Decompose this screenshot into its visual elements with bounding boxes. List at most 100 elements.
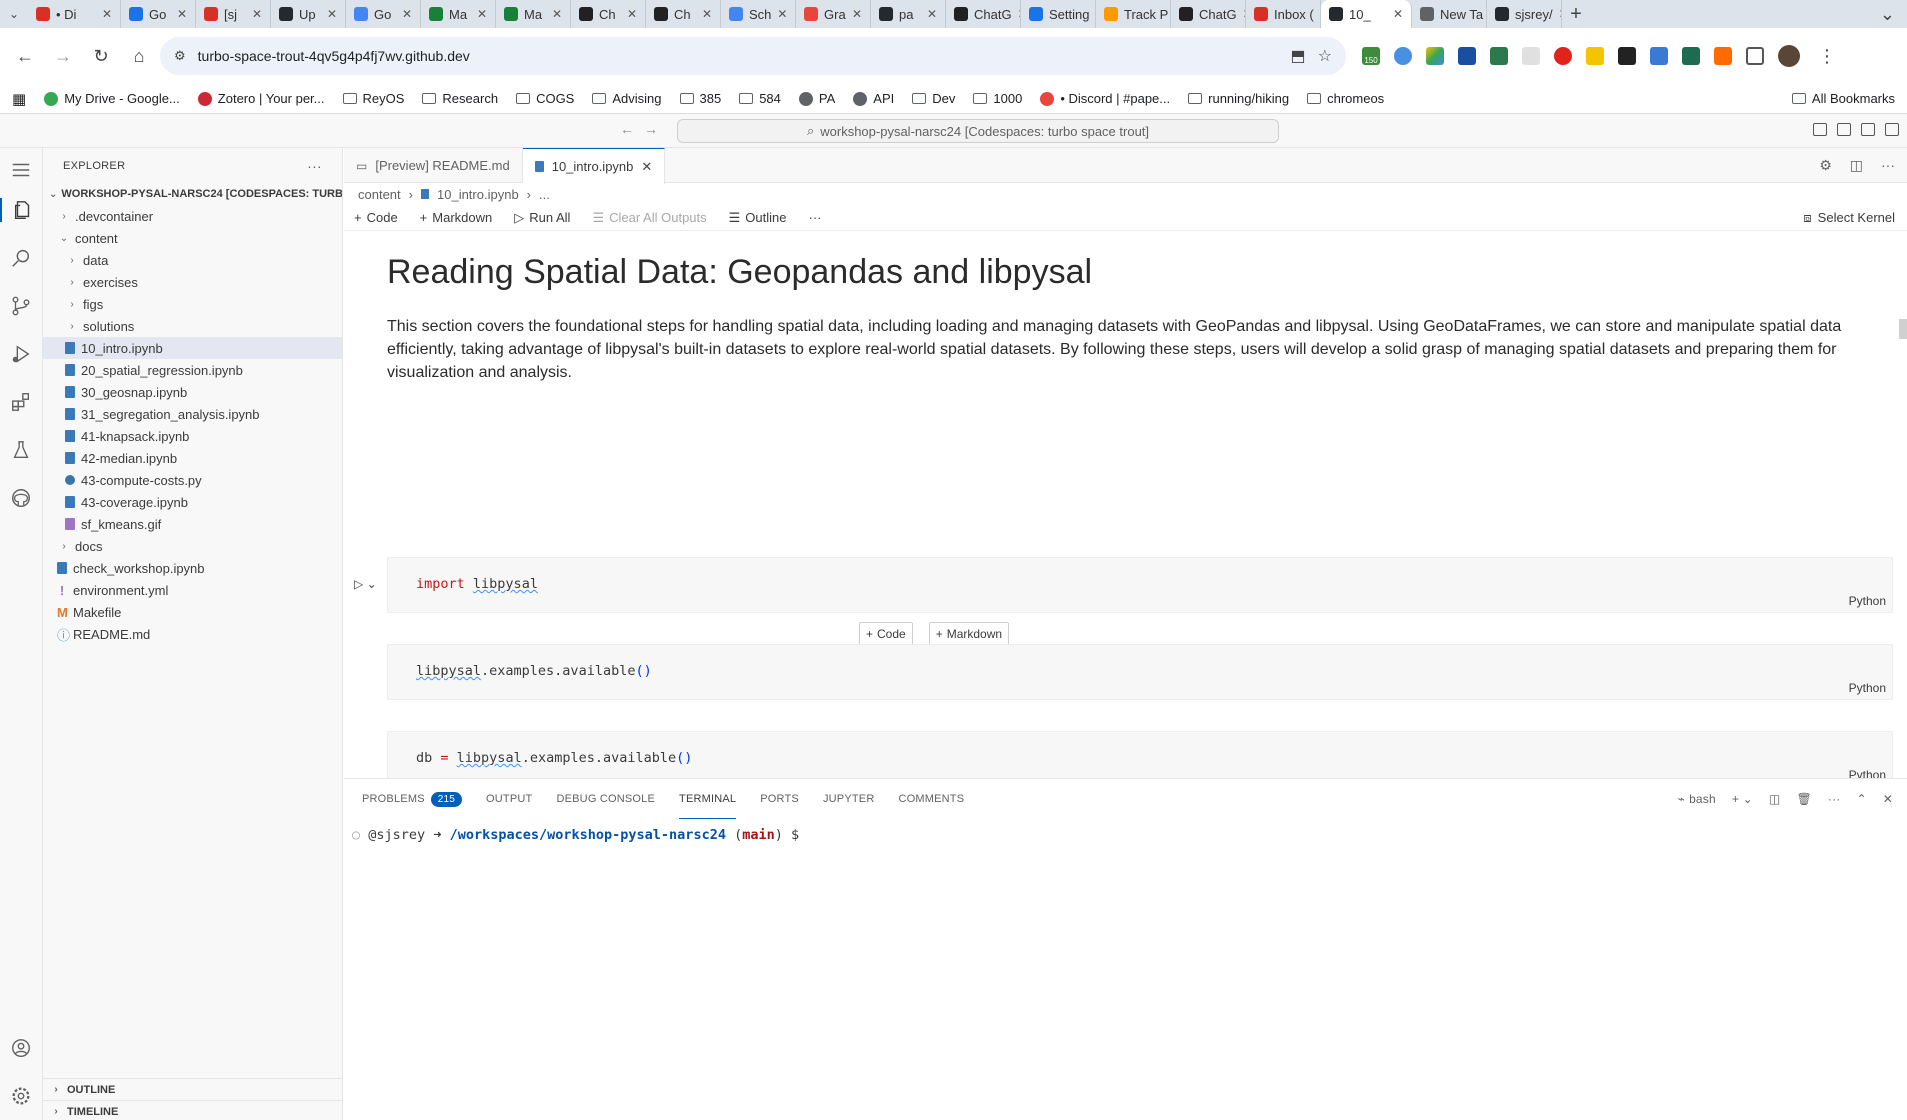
browser-tab[interactable]: Go ✕	[121, 0, 196, 28]
cell-code[interactable]: libpysal.examples.available()	[416, 663, 652, 679]
cell-run-button[interactable]: ▷ ⌄	[354, 577, 377, 591]
source-control-icon[interactable]	[9, 294, 33, 318]
address-bar[interactable]: ⚙ turbo-space-trout-4qv5g4p4fj7wv.github…	[160, 37, 1346, 75]
close-icon[interactable]: ✕	[327, 7, 337, 21]
extension-icon[interactable]	[1490, 47, 1508, 65]
extensions-icon[interactable]	[9, 390, 33, 414]
tab-search-chevron-icon[interactable]: ⌄	[0, 7, 28, 21]
browser-tab[interactable]: ChatG✕	[946, 0, 1021, 28]
customize-layout-icon[interactable]	[1885, 123, 1899, 136]
close-icon[interactable]: ✕	[552, 7, 562, 21]
gear-icon[interactable]: ⚙	[1819, 157, 1832, 174]
browser-tab[interactable]: Up ✕	[271, 0, 346, 28]
close-icon[interactable]: ✕	[177, 7, 187, 21]
add-code-cell-button[interactable]: + Code	[354, 210, 398, 225]
install-app-icon[interactable]: ⬒	[1291, 46, 1306, 66]
toggle-sidebar-icon[interactable]	[1813, 123, 1827, 136]
all-bookmarks-button[interactable]: All Bookmarks	[1791, 91, 1895, 106]
browser-tab[interactable]: ChatG✕	[1171, 0, 1246, 28]
bookmark-item[interactable]: Zotero | Your per...	[197, 91, 325, 106]
tree-folder[interactable]: › data	[43, 249, 342, 271]
extension-icon[interactable]	[1394, 47, 1412, 65]
window-menu-icon[interactable]: ⌄	[1880, 4, 1907, 25]
title-nav-arrows[interactable]: ←→	[620, 121, 668, 137]
tree-folder[interactable]: › solutions	[43, 315, 342, 337]
github-icon[interactable]	[9, 486, 33, 510]
opera-extension-icon[interactable]	[1554, 47, 1572, 65]
browser-tab[interactable]: [sj ✕	[196, 0, 271, 28]
tree-file[interactable]: 10_intro.ipynb	[43, 337, 342, 359]
profile-avatar[interactable]	[1778, 45, 1800, 67]
extension-icon[interactable]	[1682, 47, 1700, 65]
cell-language[interactable]: Python	[1849, 594, 1886, 608]
browser-tab[interactable]: Ch ✕	[646, 0, 721, 28]
browser-tab[interactable]: Sch ✕	[721, 0, 796, 28]
insert-code-cell-button[interactable]: + Code	[859, 622, 913, 646]
close-icon[interactable]: ✕	[627, 7, 637, 21]
breadcrumb-item[interactable]: content	[358, 187, 401, 202]
cell-code[interactable]: db = libpysal.examples.available()	[416, 750, 692, 766]
split-editor-icon[interactable]: ◫	[1850, 157, 1863, 174]
tree-file[interactable]: 20_spatial_regression.ipynb	[43, 359, 342, 381]
drive-extension-icon[interactable]	[1426, 47, 1444, 65]
bookmark-item[interactable]: Advising	[592, 91, 662, 106]
close-icon[interactable]: ✕	[477, 7, 487, 21]
close-icon[interactable]: ✕	[252, 7, 262, 21]
maximize-panel-icon[interactable]: ⌃	[1856, 792, 1866, 806]
bookmark-item[interactable]: COGS	[516, 91, 574, 106]
extension-icon[interactable]	[1458, 47, 1476, 65]
new-tab-button[interactable]: +	[1562, 3, 1590, 26]
browser-tab[interactable]: Ch ✕	[571, 0, 646, 28]
toggle-panel-icon[interactable]	[1837, 123, 1851, 136]
extension-icon[interactable]	[1618, 47, 1636, 65]
code-cell[interactable]: db = libpysal.examples.available() Pytho…	[387, 731, 1893, 778]
bookmark-item[interactable]: Dev	[912, 91, 955, 106]
bookmark-item[interactable]: 385	[679, 91, 721, 106]
tab-ports[interactable]: PORTS	[760, 779, 799, 819]
extension-icon[interactable]	[1586, 47, 1604, 65]
close-icon[interactable]: ✕	[927, 7, 937, 21]
tree-file[interactable]: 31_segregation_analysis.ipynb	[43, 403, 342, 425]
outline-section[interactable]: › OUTLINE	[43, 1078, 343, 1100]
tree-folder[interactable]: › docs	[43, 535, 342, 557]
timeline-section[interactable]: › TIMELINE	[43, 1100, 343, 1120]
site-info-icon[interactable]: ⚙	[174, 48, 186, 64]
toggle-secondary-sidebar-icon[interactable]	[1861, 123, 1875, 136]
tree-folder[interactable]: ⌄ content	[43, 227, 342, 249]
outline-button[interactable]: ☰ Outline	[729, 210, 787, 226]
tree-file[interactable]: check_workshop.ipynb	[43, 557, 342, 579]
clear-all-outputs-button[interactable]: ☰ Clear All Outputs	[592, 210, 706, 226]
browser-tab[interactable]: Inbox (✕	[1246, 0, 1321, 28]
tab-readme-preview[interactable]: ▭ [Preview] README.md	[344, 148, 523, 183]
tree-folder[interactable]: › exercises	[43, 271, 342, 293]
accounts-icon[interactable]	[9, 1036, 33, 1060]
extension-icon[interactable]	[1522, 47, 1540, 65]
extension-badge-icon[interactable]: 150	[1362, 47, 1380, 65]
breadcrumb-item[interactable]: 10_intro.ipynb	[437, 187, 519, 202]
bookmark-star-icon[interactable]: ☆	[1318, 46, 1332, 66]
browser-tab[interactable]: Ma ✕	[421, 0, 496, 28]
extensions-puzzle-icon[interactable]	[1746, 47, 1764, 65]
more-actions-icon[interactable]: ···	[307, 158, 322, 174]
cell-language[interactable]: Python	[1849, 681, 1886, 695]
search-icon[interactable]	[9, 246, 33, 270]
bookmark-item[interactable]: • Discord | #pape...	[1040, 91, 1170, 106]
bookmark-item[interactable]: ReyOS	[342, 91, 404, 106]
trash-icon[interactable]: 🗑	[1796, 792, 1811, 806]
browser-tab[interactable]: New Ta✕	[1412, 0, 1487, 28]
close-icon[interactable]: ✕	[777, 7, 787, 21]
bookmark-item[interactable]: API	[853, 91, 894, 106]
tree-folder[interactable]: › figs	[43, 293, 342, 315]
close-icon[interactable]: ✕	[102, 7, 112, 21]
tree-file[interactable]: ⓘ README.md	[43, 623, 342, 645]
close-icon[interactable]: ✕	[1393, 7, 1403, 21]
close-panel-icon[interactable]: ✕	[1883, 792, 1893, 806]
tree-file[interactable]: 30_geosnap.ipynb	[43, 381, 342, 403]
run-all-button[interactable]: ▷ Run All	[514, 210, 570, 226]
extension-icon[interactable]	[1714, 47, 1732, 65]
bookmark-item[interactable]: Research	[422, 91, 498, 106]
explorer-icon[interactable]	[0, 198, 43, 222]
code-cell[interactable]: libpysal.examples.available() Python	[387, 644, 1893, 700]
bookmark-item[interactable]: running/hiking	[1188, 91, 1289, 106]
browser-tab[interactable]: sjsrey/✕	[1487, 0, 1562, 28]
